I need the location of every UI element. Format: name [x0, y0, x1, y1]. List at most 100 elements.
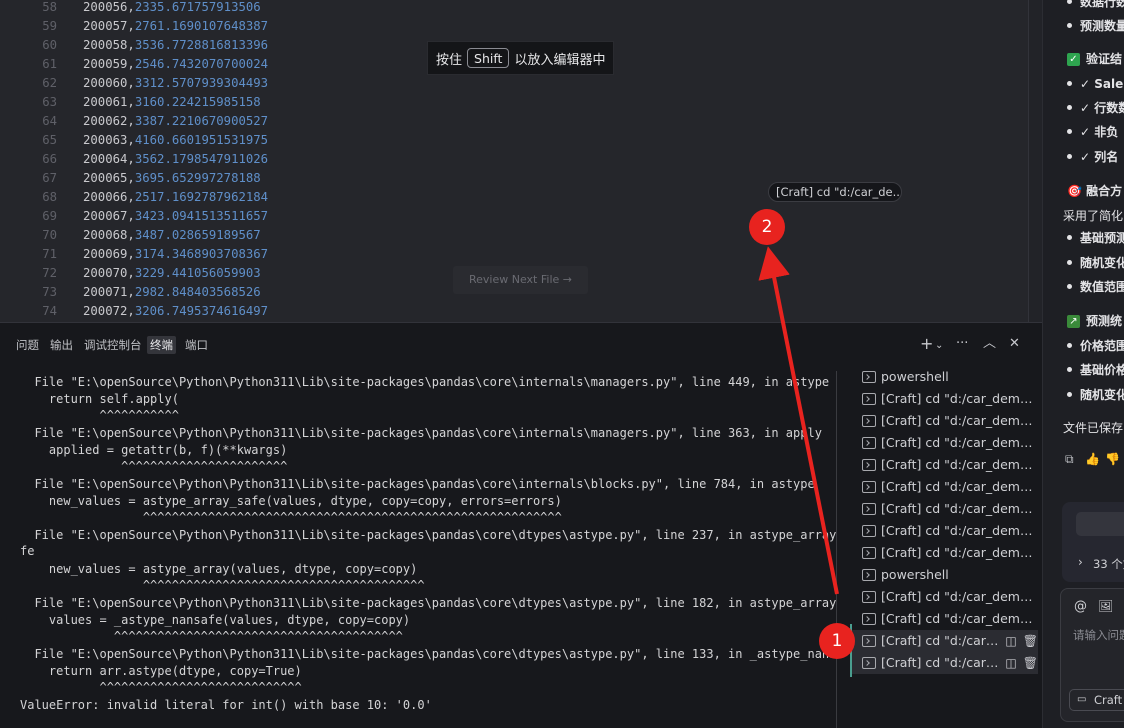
terminal-line: ^^^^^^^^^^^^^^^^^^^^^^^^^^^^^^^^^^^^^^^^… — [20, 510, 562, 524]
hint-prefix: 按住 — [436, 52, 463, 68]
row-id: 200062 — [83, 114, 128, 128]
code-line[interactable]: 60 200058,3536.7728816813396 — [0, 36, 268, 55]
terminal-session-item[interactable]: [Craft] cd "d:/car_... ◫ 🗑 — [852, 652, 1038, 674]
chat-line: 随机变化 — [1043, 253, 1124, 273]
check-icon: ✓ — [1067, 53, 1080, 66]
terminal-session-item[interactable]: [Craft] cd "d:/car_demo/... — [852, 498, 1038, 520]
craft-mode-button[interactable]: ▭ Craft — [1069, 689, 1124, 711]
more-actions-icon[interactable]: ··· — [956, 336, 968, 352]
chat-text: 基础价格 — [1080, 363, 1124, 377]
chevron-right-icon[interactable]: › — [1078, 555, 1083, 569]
code-line[interactable]: 70 200068,3487.028659189567 — [0, 226, 261, 245]
code-line[interactable]: 69 200067,3423.0941513511657 — [0, 207, 268, 226]
code-line[interactable]: 74 200072,3206.7495374616497 — [0, 302, 268, 321]
row-id: 200063 — [83, 133, 128, 147]
bullet-dot — [1067, 343, 1072, 348]
terminal-icon — [862, 415, 876, 427]
line-number: 68 — [42, 190, 57, 204]
tab-debug-console[interactable]: 调试控制台 — [81, 336, 145, 354]
chevron-down-icon[interactable]: ⌄ — [935, 338, 943, 354]
chat-input-placeholder[interactable]: 请输入问题 — [1073, 627, 1124, 643]
chat-text: 价格范围 — [1080, 339, 1124, 353]
split-terminal-icon[interactable]: ◫ — [1005, 630, 1016, 652]
image-attach-icon[interactable]: 🖼 — [1098, 599, 1113, 613]
close-panel-icon[interactable]: ✕ — [1009, 336, 1020, 352]
new-terminal-icon[interactable]: + — [920, 336, 933, 352]
terminal-session-item[interactable]: [Craft] cd "d:/car_demo/... — [852, 520, 1038, 542]
row-id: 200057 — [83, 19, 128, 33]
thumbs-up-icon[interactable]: 👍 — [1085, 452, 1100, 466]
tab-output[interactable]: 输出 — [47, 336, 76, 354]
code-line[interactable]: 66 200064,3562.1798547911026 — [0, 150, 268, 169]
files-summary-card[interactable]: › 33 个文 — [1062, 502, 1124, 582]
terminal-session-item[interactable]: [Craft] cd "d:/car_... ◫ 🗑 — [852, 630, 1038, 652]
terminal-session-item[interactable]: [Craft] cd "d:/car_demo/... — [852, 432, 1038, 454]
terminal-session-item[interactable]: [Craft] cd "d:/car_demo/... — [852, 476, 1038, 498]
annotation-marker-2: 2 — [749, 209, 785, 245]
terminal-line: new_values = astype_array_safe(values, d… — [20, 494, 562, 508]
code-line[interactable]: 65 200063,4160.6601951531975 — [0, 131, 268, 150]
row-id: 200065 — [83, 171, 128, 185]
terminal-icon — [862, 503, 876, 515]
chat-text: 验证结 — [1086, 52, 1123, 66]
line-number: 65 — [42, 133, 57, 147]
chat-text: 采用了简化 — [1063, 209, 1124, 223]
code-line[interactable]: 58 200056,2335.671757913506 — [0, 0, 261, 17]
line-number: 58 — [42, 0, 57, 14]
row-id: 200059 — [83, 57, 128, 71]
terminal-session-item[interactable]: powershell — [852, 564, 1038, 586]
bullet-dot — [1067, 23, 1072, 28]
review-next-file-button[interactable]: Review Next File → — [453, 266, 588, 294]
terminal-session-item[interactable]: powershell — [852, 366, 1038, 388]
row-value: 2517.1692787962184 — [134, 190, 269, 204]
mention-icon[interactable]: @ — [1074, 599, 1087, 614]
trash-icon[interactable]: 🗑 — [1023, 652, 1038, 674]
row-value: 3174.3468903708367 — [134, 247, 269, 261]
terminal-session-item[interactable]: [Craft] cd "d:/car_demo/... — [852, 542, 1038, 564]
chat-line: ✓ 行数数 — [1043, 98, 1124, 118]
row-id: 200064 — [83, 152, 128, 166]
maximize-panel-icon[interactable]: ︿ — [983, 336, 996, 352]
code-line[interactable]: 64 200062,3387.2210670900527 — [0, 112, 268, 131]
bullet-dot — [1067, 260, 1072, 265]
tab-problems[interactable]: 问题 — [13, 336, 42, 354]
line-number: 59 — [42, 19, 57, 33]
code-line[interactable]: 63 200061,3160.224215985158 — [0, 93, 261, 112]
code-line[interactable]: 73 200071,2982.848403568526 — [0, 283, 261, 302]
code-line[interactable]: 72 200070,3229.441056059903 — [0, 264, 261, 283]
terminal-divider[interactable] — [836, 371, 837, 728]
session-label: powershell — [881, 567, 949, 582]
session-label: [Craft] cd "d:/car_demo/... — [881, 545, 1038, 560]
terminal-session-item[interactable]: [Craft] cd "d:/car_demo/... — [852, 608, 1038, 630]
terminal-session-item[interactable]: [Craft] cd "d:/car_demo/... — [852, 586, 1038, 608]
code-line[interactable]: 68 200066,2517.1692787962184 — [0, 188, 268, 207]
code-line[interactable]: 71 200069,3174.3468903708367 — [0, 245, 268, 264]
tab-terminal[interactable]: 终端 — [147, 336, 176, 354]
row-value: 3536.7728816813396 — [134, 38, 269, 52]
line-number: 63 — [42, 95, 57, 109]
terminal-session-item[interactable]: [Craft] cd "d:/car_demo/... — [852, 410, 1038, 432]
code-line[interactable]: 67 200065,3695.652997278188 — [0, 169, 261, 188]
terminal-line: File "E:\openSource\Python\Python311\Lib… — [20, 596, 836, 610]
chat-input-box[interactable]: @ 🖼 请输入问题 ▭ Craft — [1060, 588, 1124, 722]
bullet-dot — [1067, 0, 1072, 4]
copy-icon[interactable]: ⧉ — [1065, 452, 1074, 467]
terminal-line: File "E:\openSource\Python\Python311\Lib… — [20, 426, 822, 440]
tab-ports[interactable]: 端口 — [182, 336, 211, 354]
code-line[interactable]: 62 200060,3312.5707939304493 — [0, 74, 268, 93]
terminal-session-item[interactable]: [Craft] cd "d:/car_demo/... — [852, 454, 1038, 476]
terminal-line: ^^^^^^^^^^^^^^^^^^^^^^^^^^^^^^^^^^^^^^^ — [20, 578, 425, 592]
code-line[interactable]: 61 200059,2546.7432070700024 — [0, 55, 268, 74]
line-number: 66 — [42, 152, 57, 166]
editor-scrollbar[interactable] — [1028, 0, 1042, 322]
chat-line: 数值范围 — [1043, 277, 1124, 297]
code-line[interactable]: 59 200057,2761.1690107648387 — [0, 17, 268, 36]
trash-icon[interactable]: 🗑 — [1023, 630, 1038, 652]
split-terminal-icon[interactable]: ◫ — [1005, 652, 1016, 674]
chat-text: 🎯 融合方 — [1067, 184, 1123, 198]
terminal-output[interactable]: ^^^^^^^^^^^^^^^^^^^^^^^^^^^^^^^^^^^^^^^^… — [0, 365, 836, 728]
comma: , — [127, 114, 135, 128]
terminal-session-item[interactable]: [Craft] cd "d:/car_demo/... — [852, 388, 1038, 410]
thumbs-down-icon[interactable]: 👎 — [1105, 452, 1120, 466]
line-number: 72 — [42, 266, 57, 280]
